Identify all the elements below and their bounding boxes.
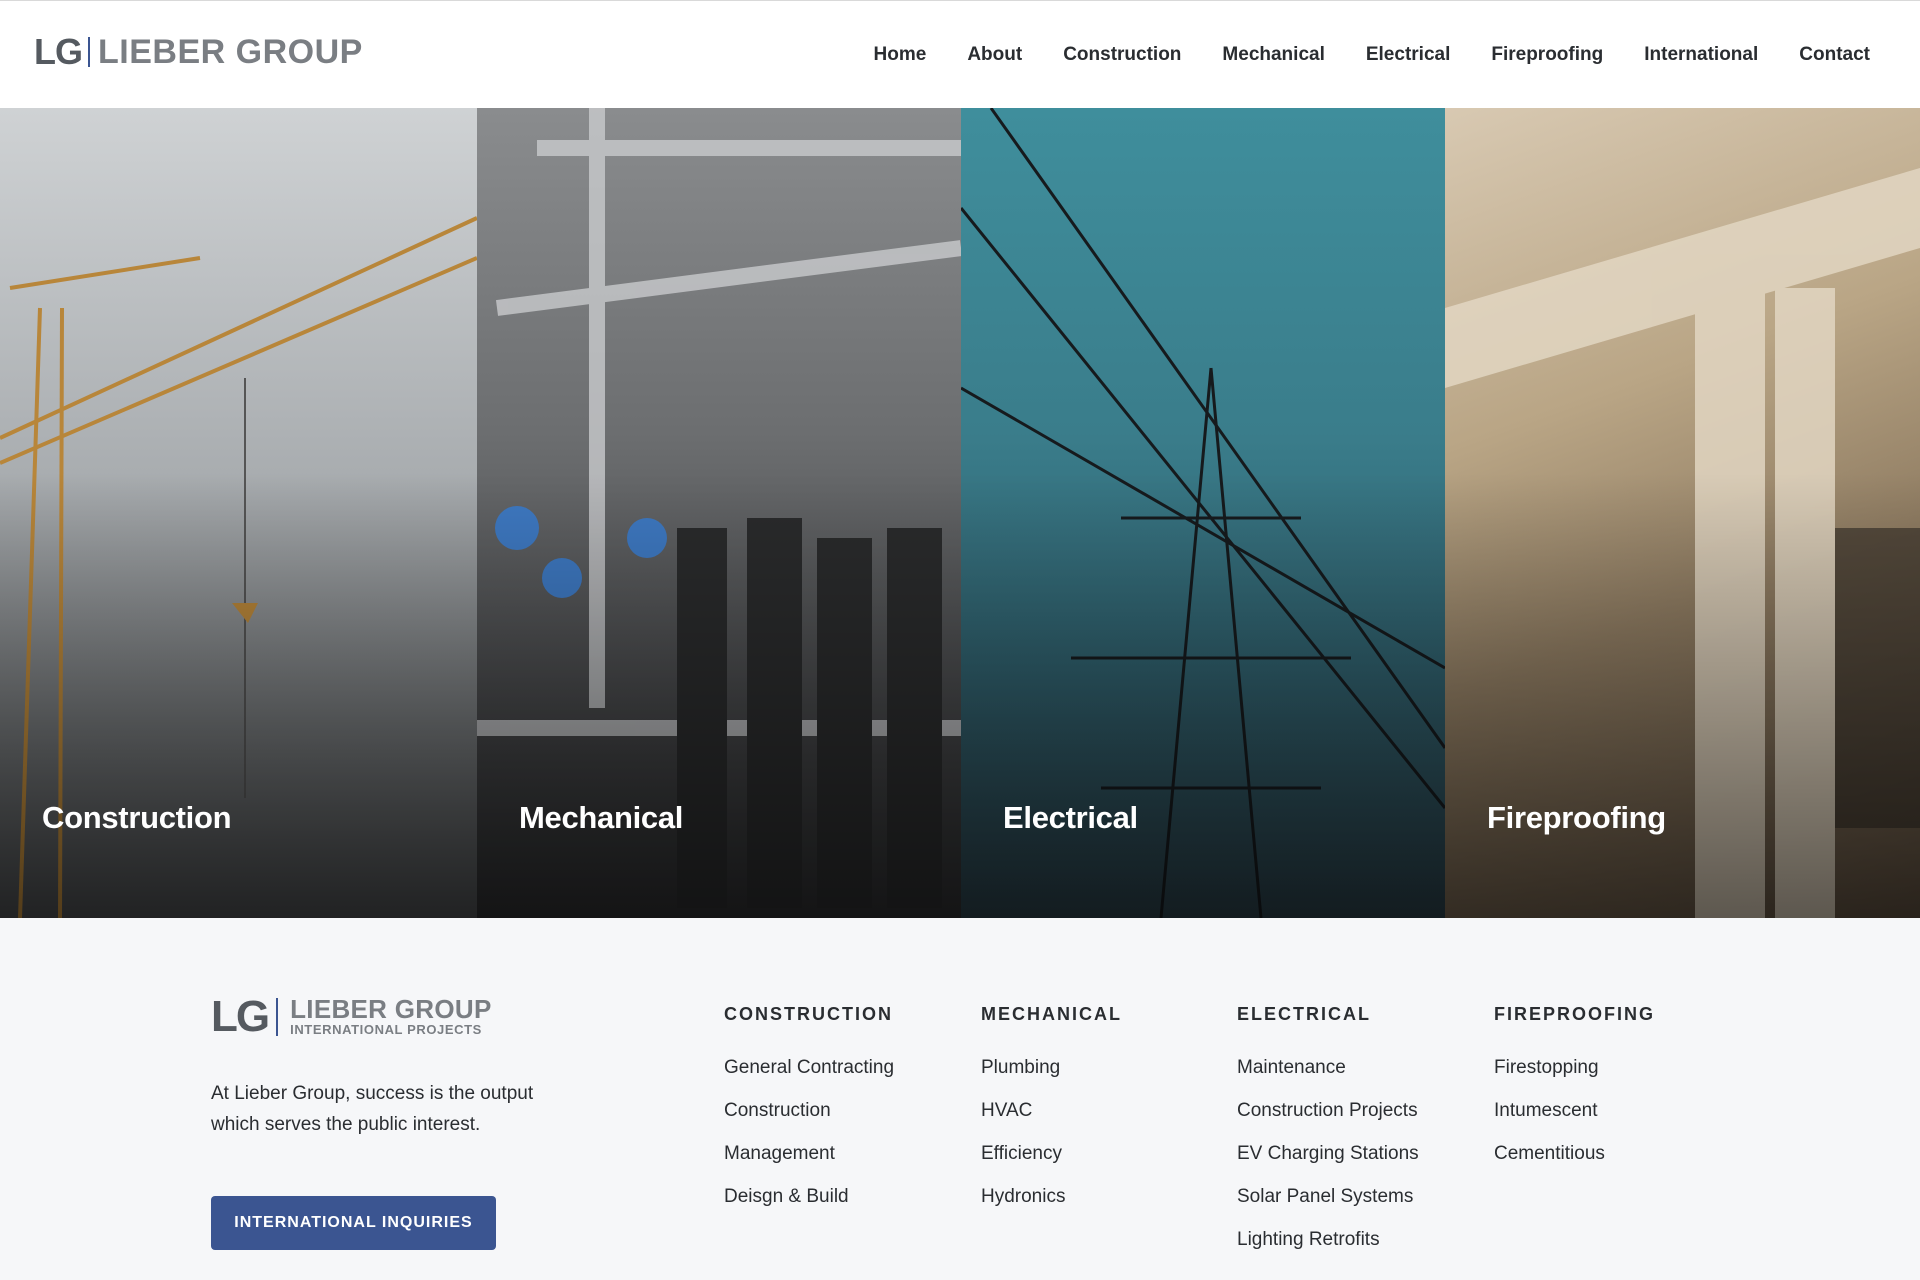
footer-column-title: CONSTRUCTION bbox=[724, 1004, 893, 1024]
footer-link[interactable]: Deisgn & Build bbox=[724, 1186, 894, 1208]
panel-label: Mechanical bbox=[519, 800, 684, 835]
footer-link[interactable]: Construction Projects bbox=[1237, 1100, 1419, 1122]
footer-link[interactable]: Solar Panel Systems bbox=[1237, 1186, 1419, 1208]
nav-about[interactable]: About bbox=[967, 41, 1022, 69]
logo-monogram: LG bbox=[34, 31, 83, 72]
footer-link[interactable]: Hydronics bbox=[981, 1186, 1122, 1208]
footer-logo-name: LIEBER GROUP bbox=[290, 994, 492, 1024]
nav-fireproofing[interactable]: Fireproofing bbox=[1491, 41, 1603, 69]
international-inquiries-button[interactable]: INTERNATIONAL INQUIRIES bbox=[211, 1196, 496, 1250]
footer-link[interactable]: Efficiency bbox=[981, 1143, 1122, 1165]
footer-logo[interactable]: LG LIEBER GROUP INTERNATIONAL PROJECTS bbox=[211, 992, 492, 1041]
site-footer: LG LIEBER GROUP INTERNATIONAL PROJECTS A… bbox=[0, 918, 1920, 1280]
nav-electrical[interactable]: Electrical bbox=[1366, 41, 1451, 69]
footer-link[interactable]: Plumbing bbox=[981, 1057, 1122, 1079]
panel-label: Construction bbox=[42, 800, 232, 835]
footer-column-fireproofing: FIREPROOFING Firestopping Intumescent Ce… bbox=[1494, 1004, 1655, 1186]
panel-electrical[interactable]: Electrical bbox=[961, 108, 1445, 918]
nav-home[interactable]: Home bbox=[874, 41, 927, 69]
panel-fireproofing[interactable]: Fireproofing bbox=[1445, 108, 1920, 918]
footer-link[interactable]: Intumescent bbox=[1494, 1100, 1655, 1122]
nav-mechanical[interactable]: Mechanical bbox=[1222, 41, 1324, 69]
panel-construction[interactable]: Construction bbox=[0, 108, 477, 918]
nav-contact[interactable]: Contact bbox=[1799, 41, 1870, 69]
footer-logo-subtitle: INTERNATIONAL PROJECTS bbox=[290, 1022, 482, 1037]
footer-column-mechanical: MECHANICAL Plumbing HVAC Efficiency Hydr… bbox=[981, 1004, 1122, 1229]
footer-column-electrical: ELECTRICAL Maintenance Construction Proj… bbox=[1237, 1004, 1419, 1272]
footer-link[interactable]: Lighting Retrofits bbox=[1237, 1229, 1419, 1251]
footer-link[interactable]: Cementitious bbox=[1494, 1143, 1655, 1165]
footer-link[interactable]: Management bbox=[724, 1143, 894, 1165]
panel-mechanical[interactable]: Mechanical bbox=[477, 108, 961, 918]
logo-divider bbox=[88, 37, 90, 67]
service-panels: Construction Mechanical Electrical Firep… bbox=[0, 108, 1920, 918]
footer-link[interactable]: HVAC bbox=[981, 1100, 1122, 1122]
logo-wordmark: LIEBER GROUP bbox=[98, 33, 363, 71]
nav-construction[interactable]: Construction bbox=[1063, 41, 1181, 69]
site-header: LG LIEBER GROUP Home About Construction … bbox=[0, 0, 1920, 108]
panel-label: Fireproofing bbox=[1487, 800, 1666, 835]
footer-column-construction: CONSTRUCTION General Contracting Constru… bbox=[724, 1004, 894, 1229]
footer-link[interactable]: General Contracting bbox=[724, 1057, 894, 1079]
panel-label: Electrical bbox=[1003, 800, 1138, 835]
footer-logo-divider bbox=[276, 998, 279, 1036]
footer-column-title: FIREPROOFING bbox=[1494, 1004, 1656, 1024]
site-logo[interactable]: LG LIEBER GROUP bbox=[34, 31, 363, 72]
footer-tagline: At Lieber Group, success is the output w… bbox=[211, 1083, 534, 1135]
footer-column-title: MECHANICAL bbox=[981, 1004, 1122, 1024]
footer-link[interactable]: Maintenance bbox=[1237, 1057, 1419, 1079]
footer-link[interactable]: EV Charging Stations bbox=[1237, 1143, 1419, 1165]
main-nav: Home About Construction Mechanical Elect… bbox=[833, 41, 1870, 69]
nav-international[interactable]: International bbox=[1644, 41, 1758, 69]
footer-link[interactable]: Construction bbox=[724, 1100, 894, 1122]
footer-logo-monogram: LG bbox=[211, 992, 270, 1041]
footer-link[interactable]: Firestopping bbox=[1494, 1057, 1655, 1079]
footer-column-title: ELECTRICAL bbox=[1237, 1004, 1371, 1024]
